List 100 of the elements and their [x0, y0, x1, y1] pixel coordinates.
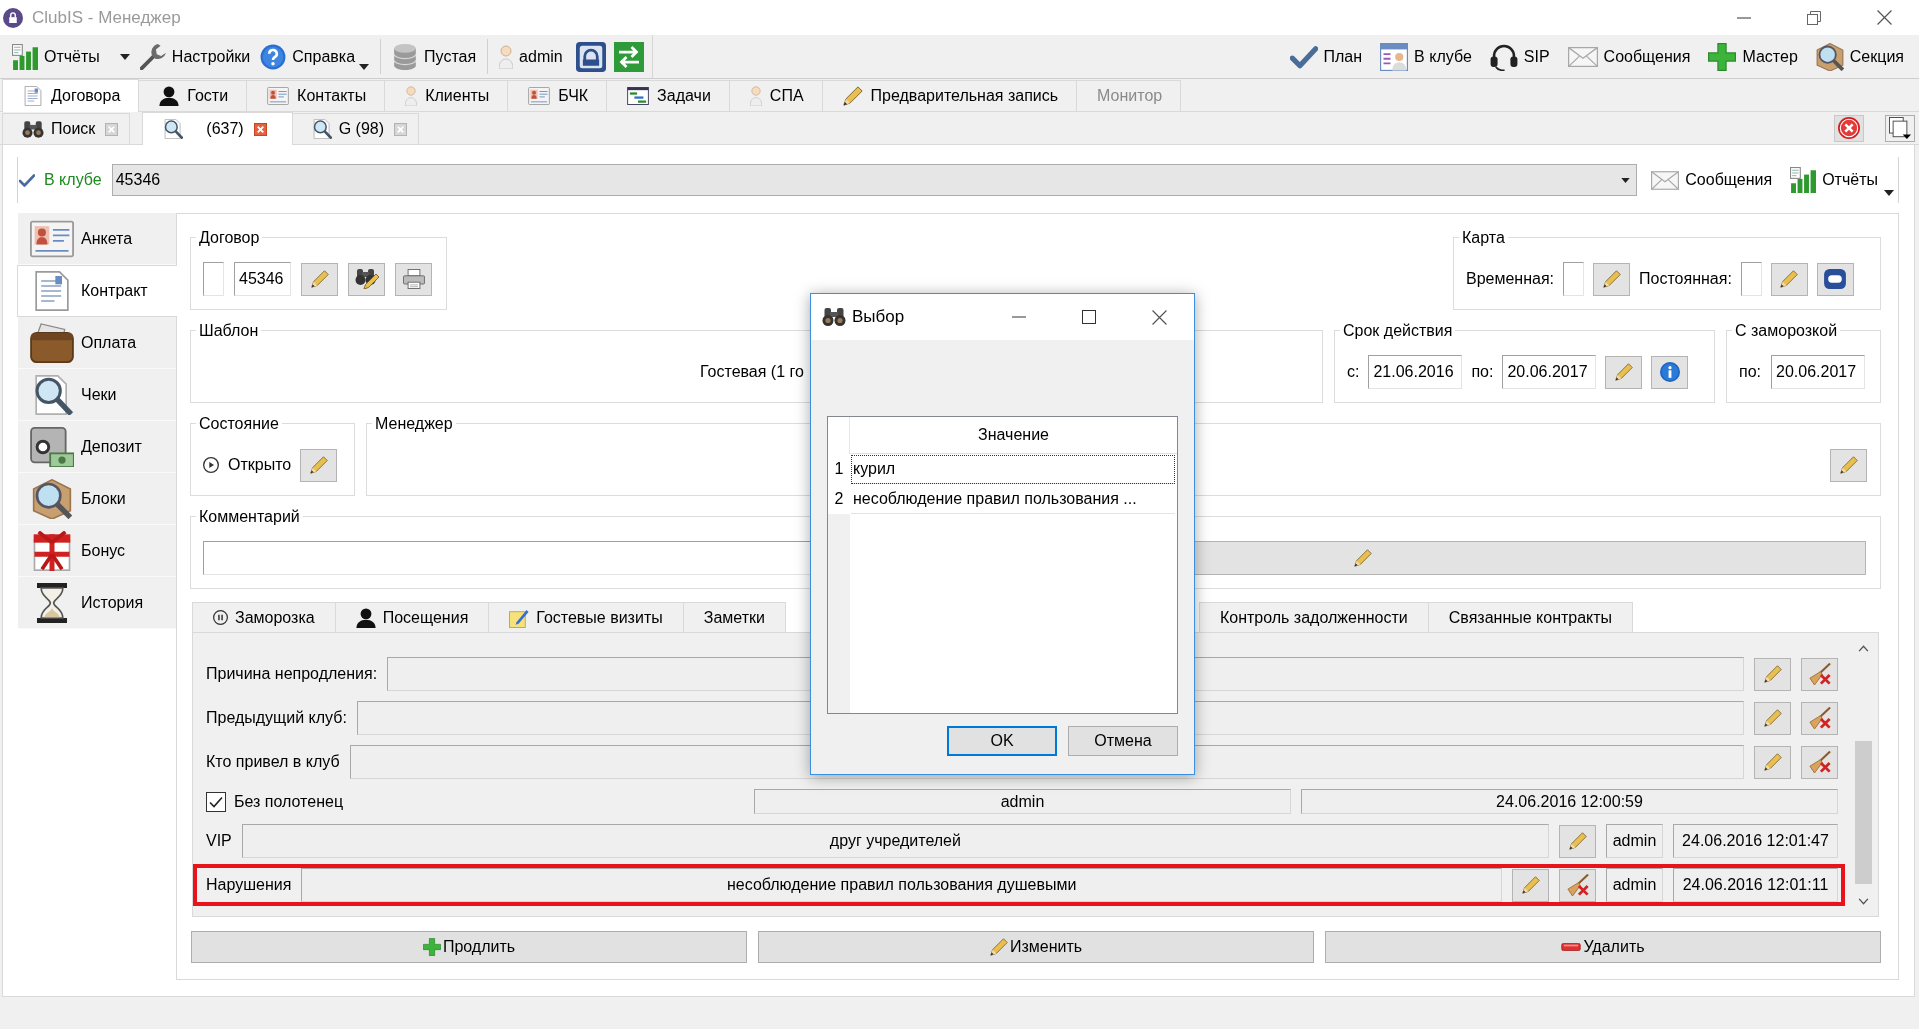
edit-button[interactable]: [300, 448, 338, 482]
toolbar-button[interactable]: admin: [494, 37, 568, 76]
card-icon: [1824, 269, 1847, 289]
sidebar-item[interactable]: Блоки: [18, 473, 176, 525]
group-title: Комментарий: [198, 507, 301, 526]
info-button[interactable]: [1651, 355, 1689, 389]
sidebar-item[interactable]: Чеки: [18, 369, 176, 421]
edit-button[interactable]: [1754, 745, 1791, 779]
text-field[interactable]: admin: [1606, 824, 1663, 858]
status-label: В клубе: [44, 171, 102, 189]
input-field[interactable]: [1740, 262, 1762, 296]
panel-button[interactable]: Сообщения: [1647, 163, 1777, 197]
close-icon: [1838, 117, 1860, 139]
club-combobox[interactable]: 45346: [111, 164, 1638, 196]
clear-button[interactable]: [1801, 701, 1838, 735]
close-all-button[interactable]: [1834, 114, 1864, 142]
clear-button[interactable]: [1801, 657, 1838, 691]
edit-button[interactable]: [1754, 701, 1791, 735]
toolbar-button[interactable]: В клубе: [1375, 37, 1477, 76]
list-item[interactable]: несоблюдение правил пользования ...: [851, 485, 1175, 514]
edit-button[interactable]: [1830, 448, 1867, 482]
dialog-button[interactable]: OK: [947, 726, 1057, 756]
field-label: Временная:: [1466, 270, 1555, 288]
tab[interactable]: Заморозка: [192, 602, 336, 632]
text-field[interactable]: несоблюдение правил пользования душевыми: [301, 868, 1502, 902]
text-field[interactable]: друг учредителей: [241, 824, 1549, 858]
arrows-icon[interactable]: [613, 41, 644, 72]
text-field[interactable]: admin: [754, 789, 1291, 814]
toolbar-button[interactable]: Сообщения: [1562, 37, 1696, 76]
toolbar-button[interactable]: Секция: [1810, 37, 1909, 76]
edit-button[interactable]: [1770, 262, 1808, 296]
checkbox[interactable]: [206, 791, 226, 812]
action-button[interactable]: Продлить: [191, 931, 747, 963]
text-field[interactable]: 24.06.2016 12:01:11: [1673, 868, 1838, 902]
edit-button[interactable]: [1754, 657, 1791, 691]
action-button[interactable]: Изменить: [758, 931, 1314, 963]
toolbar-button[interactable]: Пустая: [387, 37, 482, 76]
toolbar-button[interactable]: SIP: [1484, 37, 1555, 76]
text-field[interactable]: admin: [1606, 868, 1663, 902]
edit-button[interactable]: [1559, 824, 1596, 858]
checkbox-label: Без полотенец: [234, 792, 344, 811]
date-field[interactable]: 20.06.2017: [1502, 355, 1597, 389]
tab[interactable]: Гостевые визиты: [488, 602, 684, 632]
toolbar-button[interactable]: План: [1284, 37, 1368, 76]
close-icon[interactable]: [105, 122, 119, 136]
clear-button[interactable]: [1801, 745, 1838, 779]
sidebar-item[interactable]: Контракт: [17, 265, 177, 317]
toolbar-button[interactable]: Настройки: [134, 37, 256, 76]
broom-icon: [1566, 874, 1589, 896]
tab[interactable]: G (98): [291, 113, 420, 144]
pencil-icon: [1763, 665, 1782, 683]
id-card-icon: [528, 87, 551, 105]
group-title: Карта: [1461, 228, 1506, 247]
wallet-icon: [30, 322, 74, 363]
edit-button[interactable]: [1512, 868, 1549, 902]
close-icon[interactable]: [253, 122, 267, 136]
pencil-icon: [1614, 363, 1633, 381]
text-field[interactable]: 45346: [234, 262, 291, 296]
field-label: с:: [1347, 363, 1360, 381]
lookup-button[interactable]: [348, 262, 385, 296]
panel-button[interactable]: Отчёты: [1786, 163, 1898, 197]
document-icon: [23, 86, 43, 106]
input-field[interactable]: [1563, 262, 1585, 296]
scrollbar-thumb[interactable]: [1855, 741, 1872, 884]
edit-button[interactable]: [1605, 355, 1643, 389]
input-field[interactable]: [203, 262, 224, 296]
tab[interactable]: Договора: [2, 79, 140, 112]
date-field[interactable]: 21.06.2016: [1368, 355, 1463, 389]
tab[interactable]: Связанные контракты: [1427, 602, 1634, 632]
dialog-button[interactable]: Отмена: [1068, 726, 1178, 756]
pencil-icon: [842, 86, 863, 106]
date-field[interactable]: 20.06.2017: [1771, 355, 1865, 389]
edit-button[interactable]: [1593, 262, 1631, 296]
sidebar-item[interactable]: Депозит: [18, 421, 176, 473]
sidebar-item[interactable]: Анкета: [18, 213, 176, 265]
tab[interactable]: Заметки: [682, 602, 786, 632]
text-field[interactable]: 24.06.2016 12:01:47: [1673, 824, 1838, 858]
lock-icon[interactable]: [575, 41, 606, 72]
toolbar-button[interactable]: Мастер: [1703, 37, 1803, 76]
text-field[interactable]: 24.06.2016 12:00:59: [1301, 789, 1838, 814]
tab[interactable]: Посещения: [334, 602, 490, 632]
print-button[interactable]: [395, 262, 432, 296]
edit-button[interactable]: [301, 262, 338, 296]
close-icon: [1876, 10, 1892, 25]
tab[interactable]: Поиск: [2, 113, 131, 144]
close-icon[interactable]: [394, 122, 408, 136]
action-button[interactable]: Удалить: [1325, 931, 1881, 963]
card-button[interactable]: [1816, 262, 1854, 296]
tab[interactable]: Контроль задолженности: [1198, 602, 1429, 632]
sidebar-item[interactable]: История: [18, 577, 176, 629]
pencil-icon: [1839, 456, 1858, 474]
lock-icon: [3, 7, 23, 28]
window-list-button[interactable]: [1885, 114, 1915, 142]
toolbar-button[interactable]: Отчёты: [7, 37, 135, 76]
sidebar-item[interactable]: Оплата: [18, 317, 176, 369]
tab[interactable]: (637): [142, 112, 293, 145]
toolbar-button[interactable]: Справка: [255, 37, 375, 76]
clear-button[interactable]: [1559, 868, 1596, 902]
sidebar-item[interactable]: Бонус: [18, 525, 176, 577]
list-item[interactable]: курил: [851, 455, 1175, 484]
